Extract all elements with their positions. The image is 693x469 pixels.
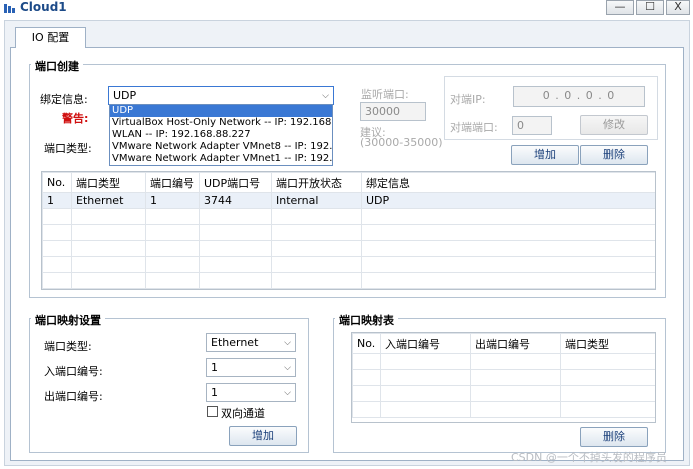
chevron-down-icon: ⌵ [284,363,291,373]
mapping-port-type-select[interactable]: Ethernet ⌵ [206,333,296,352]
mapping-table: No. 入端口编号 出端口编号 端口类型 [352,333,655,418]
table-row[interactable]: 1 Ethernet 1 3744 Internal UDP [42,192,655,209]
in-port-value: 1 [211,361,218,374]
cell-binding: UDP [361,192,655,209]
table-row [352,353,655,370]
add-mapping-button[interactable]: 增加 [229,426,297,446]
out-port-select[interactable]: 1 ⌵ [206,383,296,402]
table-row [42,256,655,273]
listen-port-field[interactable]: 30000 [360,102,426,121]
bidirectional-checkbox[interactable] [207,406,218,417]
column-header[interactable]: UDP端口号 [199,172,272,193]
table-row [42,208,655,225]
binding-info-label: 绑定信息: [40,93,88,106]
column-header[interactable]: No. [352,333,381,354]
column-header[interactable]: 出端口编号 [470,333,561,354]
suggest-range-text: (30000-35000) [360,136,443,149]
in-port-label: 入端口编号: [44,365,103,378]
column-header[interactable]: No. [42,172,72,193]
mapping-table-container: No. 入端口编号 出端口编号 端口类型 [351,332,656,423]
port-table: No. 端口类型 端口编号 UDP端口号 端口开放状态 绑定信息 1 Ether… [42,172,655,289]
column-header[interactable]: 绑定信息 [361,172,655,193]
cell-no: 1 [42,192,72,209]
close-button[interactable]: X [666,0,690,15]
table-row [352,401,655,418]
dropdown-option[interactable]: UDP [110,105,332,117]
add-port-button[interactable]: 增加 [511,145,579,165]
dropdown-option[interactable]: VMware Network Adapter VMnet8 -- IP: 192… [110,141,332,153]
peer-ip-label: 对端IP: [450,93,486,106]
peer-ip-field[interactable]: 0 . 0 . 0 . 0 [513,86,645,107]
peer-port-label: 对端端口: [450,121,498,134]
in-port-select[interactable]: 1 ⌵ [206,358,296,377]
port-create-group-title: 端口创建 [31,58,83,74]
column-header[interactable]: 端口类型 [560,333,655,354]
mapping-port-type-value: Ethernet [211,336,259,349]
column-header[interactable]: 端口编号 [145,172,200,193]
delete-port-button[interactable]: 删除 [580,145,648,165]
column-header[interactable]: 入端口编号 [380,333,471,354]
out-port-label: 出端口编号: [44,390,103,403]
cell-port-type: Ethernet [71,192,146,209]
tab-io-config[interactable]: IO 配置 [15,27,86,48]
warning-label: 警告: [62,112,89,125]
chevron-down-icon: ⌵ [284,388,291,398]
table-row [352,369,655,386]
maximize-button[interactable]: ☐ [636,0,664,15]
port-table-container: No. 端口类型 端口编号 UDP端口号 端口开放状态 绑定信息 1 Ether… [41,171,656,290]
dropdown-option[interactable]: VMware Network Adapter VMnet1 -- IP: 192… [110,153,332,165]
dropdown-option[interactable]: VirtualBox Host-Only Network -- IP: 192.… [110,117,332,129]
delete-mapping-button[interactable]: 删除 [580,427,648,447]
binding-info-dropdown-list[interactable]: UDP VirtualBox Host-Only Network -- IP: … [109,104,333,166]
binding-info-value: UDP [113,89,137,102]
table-header-row: No. 入端口编号 出端口编号 端口类型 [352,333,655,354]
window-title: Cloud1 [20,0,67,14]
cell-port-number: 1 [145,192,200,209]
chevron-down-icon: ⌵ [322,91,329,101]
watermark-text: CSDN @一个不掉头发的程序员 [511,451,667,464]
binding-info-select[interactable]: UDP ⌵ [108,86,334,105]
bidirectional-label: 双向通道 [221,407,265,420]
cell-udp-port: 3744 [199,192,272,209]
column-header[interactable]: 端口类型 [71,172,146,193]
table-row [42,288,655,289]
port-type-label: 端口类型: [44,142,92,155]
minimize-button[interactable]: — [606,0,634,15]
mapping-table-group-title: 端口映射表 [335,312,398,328]
table-row [42,272,655,289]
cell-open-state: Internal [271,192,362,209]
listen-port-label: 监听端口: [361,88,409,101]
chevron-down-icon: ⌵ [284,338,291,348]
title-bar[interactable] [0,0,693,18]
port-mapping-group-title: 端口映射设置 [31,312,105,328]
cloud-app-icon [3,2,17,15]
dropdown-option[interactable]: WLAN -- IP: 192.168.88.227 [110,129,332,141]
table-row [42,224,655,241]
modify-button[interactable]: 修改 [580,115,648,135]
table-row [352,385,655,402]
table-header-row: No. 端口类型 端口编号 UDP端口号 端口开放状态 绑定信息 [42,172,655,193]
mapping-port-type-label: 端口类型: [44,340,92,353]
peer-port-field[interactable]: 0 [512,116,552,135]
column-header[interactable]: 端口开放状态 [271,172,362,193]
table-row [42,240,655,257]
out-port-value: 1 [211,386,218,399]
